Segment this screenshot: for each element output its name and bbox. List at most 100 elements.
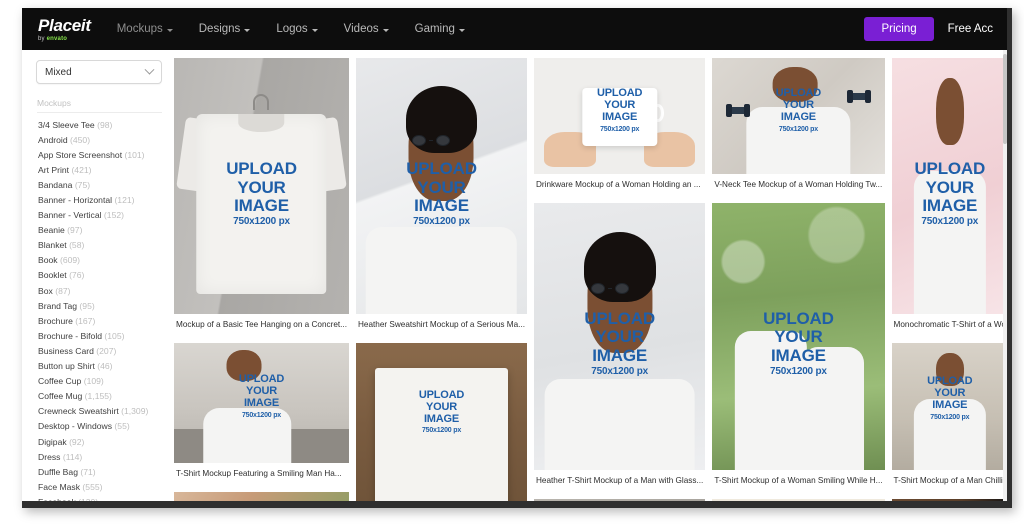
facet-count: (167) (75, 315, 96, 326)
facet-item[interactable]: Business Card (207) (36, 343, 162, 358)
mockup-card[interactable]: UPLOAD YOUR IMAGE 750x1200 px V-Neck Tee Moc… (712, 58, 885, 196)
mockup-scene (174, 343, 349, 463)
facet-item[interactable]: Bandana (75) (36, 177, 162, 192)
mockup-card[interactable] (712, 499, 885, 501)
facet-item[interactable]: App Store Screenshot (101) (36, 147, 162, 162)
mockup-thumbnail[interactable]: UPLOAD YOUR IMAGE 750x1200 px (534, 203, 706, 470)
mockup-card[interactable]: UPLOAD YOUR IMAGE 750x1200 px T-Shirt Mockup… (712, 203, 885, 492)
mockup-card[interactable]: UPLOAD YOUR IMAGE 750x1200 px Mockup of a Ba… (174, 58, 349, 336)
facet-item[interactable]: Coffee Cup (109) (36, 374, 162, 389)
facet-item[interactable]: Digipak (92) (36, 434, 162, 449)
mockup-card[interactable]: UPLOAD YOUR IMAGE 750x1200 px Heather T-Shir… (534, 203, 706, 492)
facet-label: Duffle Bag (38, 466, 78, 477)
glasses-icon (590, 283, 629, 295)
facet-count: (55) (114, 421, 130, 432)
chevron-down-icon (382, 28, 389, 32)
mockup-card[interactable]: UPLOAD YOUR IMAGE 750x1200 px T-Shirt Mockup… (174, 343, 349, 485)
person-head (935, 353, 964, 387)
mockup-thumbnail[interactable]: UPLOAD YOUR IMAGE 750x1200 px (355, 58, 527, 314)
mockup-caption: T-Shirt Mockup Featuring a Smiling Man H… (176, 469, 342, 478)
folded-tshirt (374, 368, 509, 501)
mockup-thumbnail[interactable]: UPLOAD YOUR IMAGE 750x1200 px (534, 58, 706, 174)
mockup-thumbnail[interactable]: UPLOAD YOUR IMAGE 750x1200 px (712, 203, 885, 470)
nav-item-logos[interactable]: Logos (276, 23, 318, 35)
facet-label: Book (38, 255, 58, 266)
facet-item[interactable]: Face Mask (555) (36, 479, 162, 494)
nav-item-gaming[interactable]: Gaming (415, 23, 465, 35)
screenshot-root: Placeit by envato Mockups Designs Logos (0, 0, 1024, 527)
mockup-thumbnail[interactable] (534, 499, 706, 501)
facet-item[interactable]: Booklet (76) (36, 268, 162, 283)
mockup-card[interactable]: UPLOAD YOUR IMAGE 750x1200 px T-Shirt Mockup… (891, 343, 1007, 492)
mockup-thumbnail[interactable]: UPLOAD YOUR IMAGE 750x1200 px (712, 58, 885, 174)
facet-label: Button up Shirt (38, 361, 95, 372)
mockup-thumbnail[interactable]: UPLOAD YOUR IMAGE 750x1200 px (891, 58, 1007, 314)
mockup-card[interactable]: UPLOAD YOUR IMAGE 750x1200 px Monochromatic … (891, 58, 1007, 336)
facet-label: Brand Tag (38, 300, 78, 311)
filters-sidebar: Mixed Mockups 3/4 Sleeve Tee (98) Android… (22, 50, 170, 507)
page-body: Mixed Mockups 3/4 Sleeve Tee (98) Android… (22, 50, 1007, 507)
mockup-caption: Monochromatic T-Shirt of a Wo (893, 320, 1007, 329)
facet-item[interactable]: 3/4 Sleeve Tee (98) (36, 117, 162, 132)
nav-item-videos[interactable]: Videos (344, 23, 389, 35)
nav-item-designs[interactable]: Designs (199, 23, 251, 35)
facet-item[interactable]: Button up Shirt (46) (36, 359, 162, 374)
mockup-card[interactable]: UPLOAD YOUR IMAGE 750x1200 px (355, 343, 527, 501)
facet-item[interactable]: Brochure - Bifold (105) (36, 328, 162, 343)
facet-count: (92) (69, 436, 85, 447)
mockup-card[interactable] (891, 499, 1007, 501)
brand-name: Placeit (38, 15, 91, 35)
mockup-caption: Mockup of a Basic Tee Hanging on a Concr… (176, 320, 347, 329)
sort-select[interactable]: Mixed (36, 60, 162, 84)
mockup-scene (712, 58, 885, 174)
mockup-scene (712, 203, 885, 470)
facet-item[interactable]: Facebook (130) (36, 494, 162, 507)
facet-item[interactable]: Art Print (421) (36, 162, 162, 177)
facet-item[interactable]: Brochure (167) (36, 313, 162, 328)
facet-label: Business Card (38, 345, 94, 356)
facet-item[interactable]: Coffee Mug (1,155) (36, 389, 162, 404)
facet-item[interactable]: Crewneck Sweatshirt (1,309) (36, 404, 162, 419)
mockup-thumbnail[interactable]: UPLOAD YOUR IMAGE 750x1200 px (891, 343, 1007, 470)
nav-item-mockups[interactable]: Mockups (117, 23, 173, 35)
scrollbar-track[interactable] (1003, 50, 1007, 501)
facet-item[interactable]: Desktop - Windows (55) (36, 419, 162, 434)
mockup-thumbnail[interactable] (174, 492, 349, 501)
facet-item[interactable]: Box (87) (36, 283, 162, 298)
facet-label: Box (38, 285, 53, 296)
pricing-button[interactable]: Pricing (864, 17, 934, 41)
mockup-thumbnail[interactable] (712, 499, 885, 501)
facet-label: Bandana (38, 179, 73, 190)
mockup-scene (534, 499, 706, 501)
mockup-scene (174, 492, 349, 501)
facet-item[interactable]: Brand Tag (95) (36, 298, 162, 313)
facet-item[interactable]: Banner - Horizontal (121) (36, 192, 162, 207)
facet-item[interactable]: Banner - Vertical (152) (36, 208, 162, 223)
mockup-card[interactable]: UPLOAD YOUR IMAGE 750x1200 px Drinkware Mock… (534, 58, 706, 196)
placeit-logo[interactable]: Placeit by envato (38, 17, 91, 42)
facet-item[interactable]: Beanie (97) (36, 223, 162, 238)
facet-label: Booklet (38, 270, 67, 281)
facet-count: (450) (70, 134, 91, 145)
mockup-card[interactable] (174, 492, 349, 501)
mockup-card[interactable]: UPLOAD YOUR IMAGE 750x1200 px Heather Sweats… (355, 58, 527, 336)
facet-count: (101) (124, 149, 145, 160)
facet-item[interactable]: Android (450) (36, 132, 162, 147)
facet-item[interactable]: Book (609) (36, 253, 162, 268)
facet-count: (1,309) (121, 406, 149, 417)
facet-count: (71) (80, 466, 96, 477)
mockup-card[interactable] (534, 499, 706, 501)
mockup-thumbnail[interactable] (891, 499, 1007, 501)
facet-item[interactable]: Duffle Bag (71) (36, 464, 162, 479)
mockup-thumbnail[interactable]: UPLOAD YOUR IMAGE 750x1200 px (174, 343, 349, 463)
mockup-thumbnail[interactable]: UPLOAD YOUR IMAGE 750x1200 px (174, 58, 349, 314)
nav-item-designs-label: Designs (198, 23, 241, 35)
scrollbar-thumb[interactable] (1003, 54, 1007, 144)
facet-item[interactable]: Dress (114) (36, 449, 162, 464)
facet-item[interactable]: Blanket (58) (36, 238, 162, 253)
facet-count: (130) (78, 496, 99, 507)
facet-label: Beanie (38, 225, 65, 236)
facet-count: (75) (74, 179, 91, 190)
free-account-button[interactable]: Free Acc (948, 23, 993, 35)
mockup-thumbnail[interactable]: UPLOAD YOUR IMAGE 750x1200 px (355, 343, 527, 501)
